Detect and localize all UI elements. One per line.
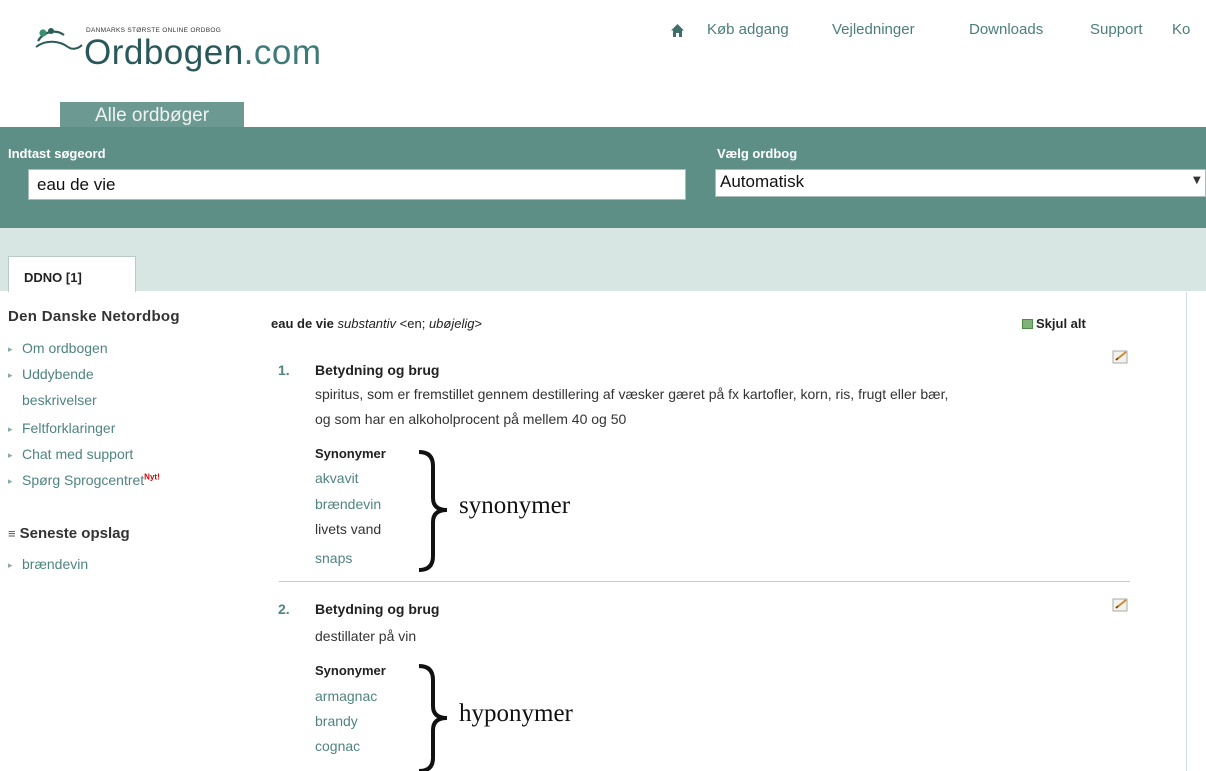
synonym-link[interactable]: snaps — [315, 550, 352, 566]
logo-bird-icon — [35, 28, 83, 50]
sidebar-item-detailed-cont[interactable]: beskrivelser — [8, 392, 97, 408]
logo-name: Ordbogen — [84, 33, 244, 72]
synonym-link[interactable]: akvavit — [315, 470, 359, 486]
sidebar-item-label: Spørg Sprogcentret — [22, 472, 145, 488]
brace-annotation — [418, 450, 448, 572]
synonym-link[interactable]: cognac — [315, 738, 360, 754]
sense-number: 2. — [278, 601, 290, 617]
edit-note-icon[interactable] — [1111, 596, 1131, 614]
sidebar-item-label: beskrivelser — [22, 392, 97, 408]
synonym-text: livets vand — [315, 521, 382, 537]
bullet-arrow-icon: ▸ — [8, 449, 13, 460]
list-icon: ≡ — [8, 526, 16, 541]
hide-all-button[interactable]: Skjul alt — [1022, 316, 1086, 331]
sidebar-item-chat[interactable]: ▸ Chat med support — [8, 446, 133, 462]
sense-divider — [279, 581, 1130, 582]
logo[interactable]: Ordbogen.com — [84, 33, 322, 73]
home-icon[interactable] — [670, 23, 685, 38]
tab-ddno[interactable]: DDNO [1] — [8, 256, 136, 292]
grammar-suffix: > — [474, 316, 483, 331]
nav-buy-access[interactable]: Køb adgang — [707, 21, 789, 38]
recent-item-label: brændevin — [22, 556, 89, 572]
search-label: Indtast søgeord — [8, 146, 106, 161]
dropdown-arrow-icon[interactable]: ▼ — [1193, 175, 1201, 186]
headword: eau de vie — [271, 316, 334, 331]
tab-all-dictionaries[interactable]: Alle ordbøger — [60, 102, 244, 128]
sense-definition: destillater på vin — [315, 628, 417, 644]
bullet-arrow-icon: ▸ — [8, 559, 13, 570]
nav-more[interactable]: Ko — [1172, 21, 1190, 38]
results-tab-bar — [0, 228, 1206, 291]
search-label-text: Indtast søgeord — [8, 146, 106, 161]
hide-all-icon — [1022, 319, 1033, 329]
edit-note-icon[interactable] — [1111, 348, 1131, 366]
bullet-arrow-icon: ▸ — [8, 369, 13, 380]
entry-header: eau de vie substantiv <en; ubøjelig> — [271, 316, 482, 331]
dictionary-label: Vælg ordbog — [717, 146, 798, 161]
sidebar-item-detailed[interactable]: ▸ Uddybende — [8, 366, 94, 382]
content-divider — [1186, 292, 1187, 771]
recent-item[interactable]: ▸ brændevin — [8, 556, 88, 572]
synonyms-heading: Synonymer — [315, 446, 386, 461]
logo-tld: .com — [243, 33, 322, 72]
sense-heading: Betydning og brug — [315, 362, 440, 378]
recent-lookups-title: ≡ Seneste opslag — [8, 525, 130, 542]
nav-guides[interactable]: Vejledninger — [832, 21, 915, 38]
dictionary-select[interactable]: Automatisk — [715, 169, 1206, 197]
new-badge: Nyt! — [144, 472, 160, 482]
annotation-label: synonymer — [459, 492, 571, 519]
synonym-link[interactable]: brændevin — [315, 496, 381, 512]
grammar-prefix: <en; — [399, 316, 429, 331]
sidebar-item-label: Feltforklaringer — [22, 420, 116, 436]
synonym-link[interactable]: armagnac — [315, 688, 377, 704]
sense-heading: Betydning og brug — [315, 601, 440, 617]
bullet-arrow-icon: ▸ — [8, 423, 13, 434]
recent-title-text: Seneste opslag — [19, 525, 130, 542]
sense-definition-cont: og som har en alkoholprocent på mellem 4… — [315, 411, 627, 427]
sense-definition: spiritus, som er fremstillet gennem dest… — [315, 386, 949, 402]
search-input[interactable] — [28, 169, 686, 200]
hide-all-label: Skjul alt — [1036, 316, 1086, 331]
sidebar-item-fields[interactable]: ▸ Feltforklaringer — [8, 420, 115, 436]
nav-support[interactable]: Support — [1090, 21, 1143, 38]
nav-downloads[interactable]: Downloads — [969, 21, 1043, 38]
sidebar-item-label: Uddybende — [22, 366, 94, 382]
brace-annotation — [418, 664, 448, 771]
synonym-link[interactable]: brandy — [315, 713, 358, 729]
annotation-label: hyponymer — [459, 700, 573, 727]
part-of-speech: substantiv — [337, 316, 397, 331]
synonyms-heading: Synonymer — [315, 663, 386, 678]
bullet-arrow-icon: ▸ — [8, 475, 13, 486]
sidebar-item-about[interactable]: ▸ Om ordbogen — [8, 340, 108, 356]
bullet-arrow-icon: ▸ — [8, 343, 13, 354]
sense-number: 1. — [278, 362, 290, 378]
sidebar-item-label: Om ordbogen — [22, 340, 108, 356]
sidebar-item-ask[interactable]: ▸ Spørg SprogcentretNyt! — [8, 472, 160, 488]
grammar-inflection: ubøjelig — [428, 316, 475, 331]
sidebar-item-label: Chat med support — [22, 446, 134, 462]
sidebar-title: Den Danske Netordbog — [8, 308, 180, 325]
